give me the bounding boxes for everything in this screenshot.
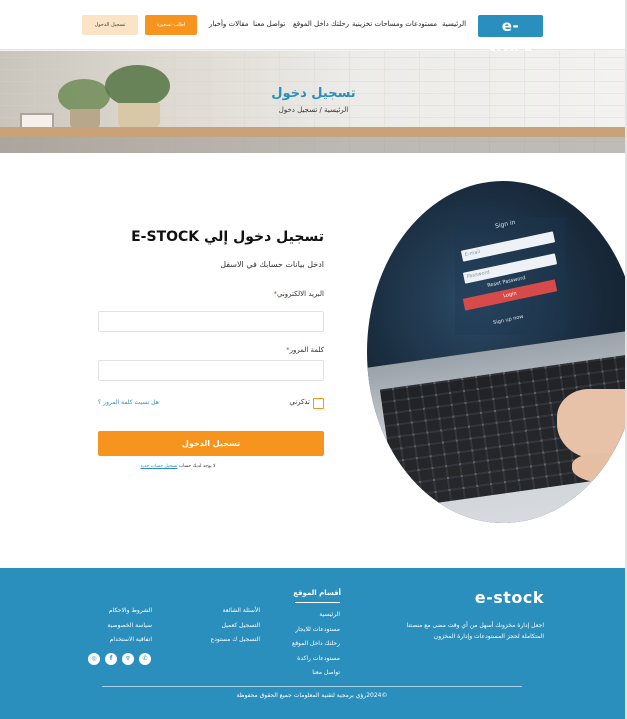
signup-link[interactable]: تسجيل حساب جديد xyxy=(140,464,177,469)
hand-illustration xyxy=(557,389,627,459)
remember-me-checkbox[interactable] xyxy=(313,398,324,409)
nav-contact[interactable]: تواصل معنا xyxy=(253,20,285,28)
instagram-icon[interactable]: ◎ xyxy=(88,653,100,665)
password-label: كلمة المرور* xyxy=(98,346,324,354)
breadcrumb: الرئيسية / تسجيل دخول xyxy=(0,106,627,114)
footer-link-warehouses-rent[interactable]: مستودعات للايجار xyxy=(270,623,340,638)
footer-link-contact[interactable]: تواصل معنا xyxy=(270,666,340,681)
password-field[interactable] xyxy=(98,360,324,381)
nav-warehouses[interactable]: مستودعات ومساحات تخزينية xyxy=(352,20,437,28)
footer-link-register-warehouse[interactable]: التسجيل ك مستودع xyxy=(190,633,260,648)
footer-description: اجعل إدارة مخزونك أسهل من أي وقت مضى مع … xyxy=(406,622,544,640)
login-form-subtitle: ادخل بيانات حسابك في الاسفل xyxy=(220,260,324,269)
whatsapp-icon[interactable]: ✆ xyxy=(139,653,151,665)
footer-links-col2: الأسئلة الشائعة التسجيل كعميل التسجيل ك … xyxy=(190,604,260,648)
breadcrumb-home[interactable]: الرئيسية xyxy=(324,106,348,114)
email-label-text: البريد الالكتروني xyxy=(277,290,324,298)
remember-me-label: تذكرني xyxy=(289,398,310,406)
footer-link-usage-agreement[interactable]: اتفاقية الاستخدام xyxy=(80,633,152,648)
footer-links-col1: الرئيسية مستودعات للايجار رحلتك داخل الم… xyxy=(270,608,340,681)
copyright-text: ©2024رؤي برمجية لتقنية المعلومات جميع ال… xyxy=(236,692,388,699)
no-account-text: لا يوجد لديك حساب xyxy=(178,464,216,469)
snapchat-icon[interactable]: ♆ xyxy=(122,653,134,665)
breadcrumb-separator: / xyxy=(319,106,322,114)
footer-link-home[interactable]: الرئيسية xyxy=(270,608,340,623)
remember-me[interactable]: تذكرني xyxy=(282,397,324,411)
site-logo[interactable]: e-stock xyxy=(478,15,543,57)
site-header: e-stock الرئيسية مستودعات ومساحات تخزيني… xyxy=(0,0,627,57)
footer-link-journey[interactable]: رحلتك داخل الموقع xyxy=(270,637,340,652)
nav-journey[interactable]: رحلتك داخل الموقع xyxy=(293,20,349,28)
shelf-shadow xyxy=(0,137,627,153)
footer-link-stagnant-warehouses[interactable]: مستودعات راكدة xyxy=(270,652,340,667)
forgot-password-link[interactable]: هل نسيت كلمة المرور ؟ xyxy=(98,399,159,406)
facebook-icon[interactable]: f xyxy=(105,653,117,665)
footer-logo[interactable]: e-stock xyxy=(468,588,544,607)
footer-link-register-client[interactable]: التسجيل كعميل xyxy=(190,619,260,634)
shelf-decoration xyxy=(0,127,627,137)
hero-banner xyxy=(0,51,627,153)
footer-link-faq[interactable]: الأسئلة الشائعة xyxy=(190,604,261,619)
login-submit-button[interactable]: تسجيل الدخول xyxy=(98,431,324,456)
site-footer: e-stock اجعل إدارة مخزونك أسهل من أي وقت… xyxy=(0,568,627,719)
nav-articles[interactable]: مقالات وأخبار xyxy=(209,20,249,28)
footer-link-privacy[interactable]: سياسة الخصوصية xyxy=(80,619,152,634)
header-login-button[interactable]: تسجيل الدخول xyxy=(82,15,138,35)
login-form-title: تسجيل دخول إلي E-STOCK xyxy=(131,229,324,245)
password-label-text: كلمة المرور xyxy=(289,346,324,354)
footer-sections-title: أقسام الموقع xyxy=(293,589,341,597)
email-field[interactable] xyxy=(98,311,324,332)
email-label: البريد الالكتروني* xyxy=(98,290,324,298)
nav-home[interactable]: الرئيسية xyxy=(442,20,466,28)
footer-links-col3: الشروط والاحكام سياسة الخصوصية اتفاقية ا… xyxy=(80,604,152,648)
breadcrumb-current: تسجيل دخول xyxy=(278,106,318,114)
signup-prompt: لا يوجد لديك حساب تسجيل حساب جديد xyxy=(98,464,258,469)
footer-link-terms[interactable]: الشروط والاحكام xyxy=(80,604,152,619)
footer-divider xyxy=(102,686,522,687)
request-quote-button[interactable]: اطلب تسعيرة xyxy=(145,15,197,35)
page-title: تسجيل دخول xyxy=(271,86,356,101)
footer-title-underline xyxy=(295,602,340,603)
login-illustration-photo: Sign in E-mail Password Reset Password L… xyxy=(367,181,627,523)
